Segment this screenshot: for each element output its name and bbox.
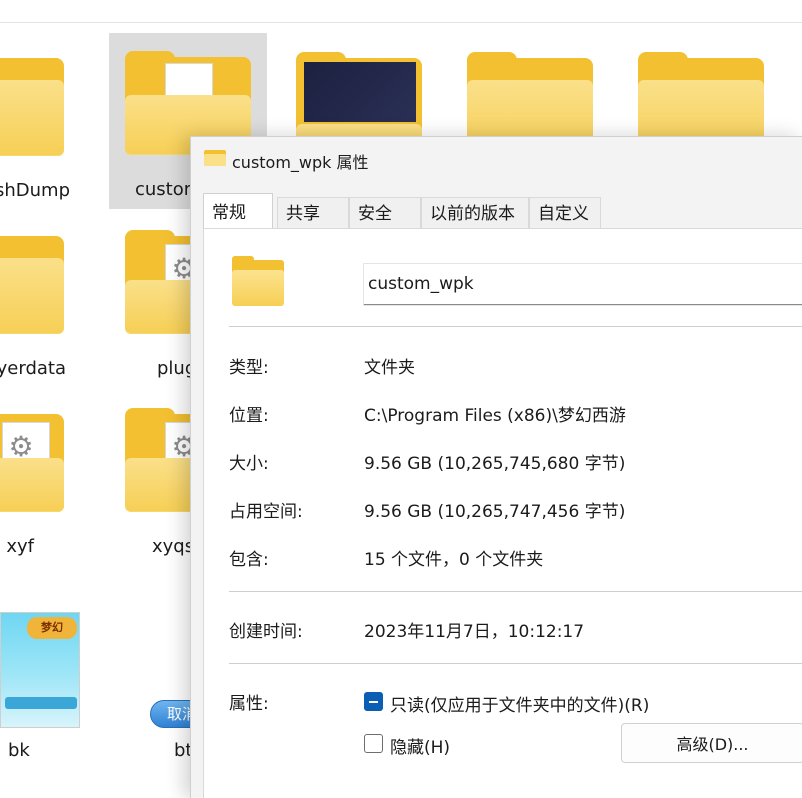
tab-security[interactable]: 安全 [349,197,421,229]
game-logo: 梦幻 [27,617,77,639]
tab-previous-versions[interactable]: 以前的版本 [421,197,529,229]
folder-icon [204,150,226,166]
folder-icon [0,230,64,340]
folder-icon [232,256,284,306]
folder-with-settings-icon: ⚙ [0,408,64,518]
general-panel: 类型: 文件夹 位置: C:\Program Files (x86)\梦幻西游 … [203,228,802,798]
size-on-disk-value: 9.56 GB (10,265,747,456 字节) [364,502,626,522]
hidden-label[interactable]: 隐藏(H) [390,733,450,758]
separator [229,663,802,664]
dialog-titlebar[interactable]: custom_wpk 属性 [191,137,802,183]
folder-name-input[interactable] [364,264,802,305]
separator [229,591,802,592]
hidden-checkbox[interactable] [364,734,383,753]
created-value: 2023年11月7日，10:12:17 [364,622,585,642]
tab-customize[interactable]: 自定义 [529,197,601,229]
type-value: 文件夹 [364,358,415,378]
tab-sharing[interactable]: 共享 [277,197,349,229]
tile-label: shDump [0,180,70,201]
tile-label: bk [8,740,30,761]
file-tile-playerdata[interactable]: yerdata [0,212,80,388]
file-tile-xyf[interactable]: ⚙ xyf [0,390,80,566]
contains-label: 包含: [229,550,269,570]
separator [229,326,802,327]
location-value: C:\Program Files (x86)\梦幻西游 [364,406,626,426]
readonly-checkbox[interactable] [364,692,383,711]
location-label: 位置: [229,406,269,426]
tile-label: xyf [6,536,34,557]
tile-label: yerdata [0,358,66,379]
size-on-disk-label: 占用空间: [229,502,303,522]
readonly-label[interactable]: 只读(仅应用于文件夹中的文件)(R) [390,691,649,716]
dialog-title: custom_wpk 属性 [232,153,369,172]
indeterminate-mark-icon [369,701,378,703]
folder-icon [0,52,64,162]
contains-value: 15 个文件，0 个文件夹 [364,550,544,570]
type-label: 类型: [229,358,269,378]
file-tile-crashdump[interactable]: shDump [0,34,80,210]
tab-general[interactable]: 常规 [203,193,273,229]
size-label: 大小: [229,454,269,474]
size-value: 9.56 GB (10,265,745,680 字节) [364,454,626,474]
advanced-button[interactable]: 高级(D)... [621,723,802,763]
attributes-label: 属性: [229,694,269,714]
bk-image-thumbnail[interactable]: 梦幻 [0,612,80,728]
created-label: 创建时间: [229,622,303,642]
topline [0,22,802,23]
thumbnail-bar [5,697,77,709]
properties-dialog: custom_wpk 属性 常规 共享 安全 以前的版本 自定义 类型: 文件夹… [190,136,802,798]
